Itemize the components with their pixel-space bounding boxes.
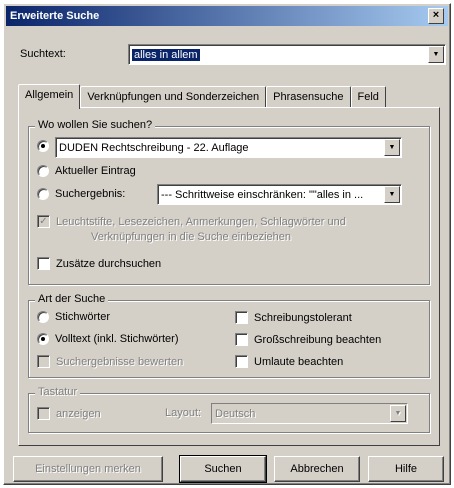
tab-panel-allgemein: Wo wollen Sie suchen? DUDEN Rechtschreib… <box>18 107 440 446</box>
markers-label: Leuchtstifte, Lesezeichen, Anmerkungen, … <box>56 215 346 245</box>
option-current-entry[interactable]: Aktueller Eintrag <box>37 165 136 177</box>
chevron-down-icon: ▼ <box>390 405 406 422</box>
search-kind-group: Art der Suche Stichwörter Volltext (inkl… <box>28 293 430 378</box>
chevron-down-icon[interactable]: ▼ <box>384 139 400 156</box>
option-rate-results: Suchergebnisse bewerten <box>37 355 183 368</box>
search-text-value[interactable]: alles in allem <box>132 48 200 61</box>
keywords-label[interactable]: Stichwörter <box>55 311 110 323</box>
chevron-down-icon[interactable]: ▼ <box>384 186 400 203</box>
tab-strip: Allgemein Verknüpfungen und Sonderzeiche… <box>18 84 386 109</box>
markers-label-line1: Leuchtstifte, Lesezeichen, Anmerkungen, … <box>56 216 346 228</box>
help-button[interactable]: Hilfe <box>368 456 444 482</box>
option-fulltext[interactable]: Volltext (inkl. Stichwörter) <box>37 333 178 345</box>
supplements-label[interactable]: Zusätze durchsuchen <box>56 258 161 270</box>
supplements-checkbox[interactable] <box>37 257 50 270</box>
option-supplements[interactable]: Zusätze durchsuchen <box>37 257 161 270</box>
radio-fulltext[interactable] <box>37 333 49 345</box>
current-entry-label[interactable]: Aktueller Eintrag <box>55 165 136 177</box>
advanced-search-dialog: Erweiterte Suche × Suchtext: alles in al… <box>3 3 451 485</box>
tolerant-label[interactable]: Schreibungstolerant <box>254 312 352 324</box>
search-button[interactable]: Suchen <box>179 455 267 483</box>
radio-keywords[interactable] <box>37 311 49 323</box>
tab-allgemein[interactable]: Allgemein <box>18 84 81 109</box>
case-checkbox[interactable] <box>235 333 248 346</box>
umlaut-label[interactable]: Umlaute beachten <box>254 356 343 368</box>
window-title: Erweiterte Suche <box>10 10 100 22</box>
where-group: Wo wollen Sie suchen? DUDEN Rechtschreib… <box>28 119 430 285</box>
radio-book[interactable] <box>37 140 49 152</box>
rate-results-label: Suchergebnisse bewerten <box>56 355 184 368</box>
search-text-combo[interactable]: alles in allem ▼ <box>128 44 446 65</box>
option-tolerant[interactable]: Schreibungstolerant <box>235 311 352 324</box>
layout-combo: Deutsch ▼ <box>211 403 408 424</box>
option-book[interactable] <box>37 140 49 152</box>
markers-checkbox: ✓ <box>37 215 50 228</box>
option-case[interactable]: Großschreibung beachten <box>235 333 381 346</box>
tab-verknuepfungen[interactable]: Verknüpfungen und Sonderzeichen <box>80 86 267 108</box>
option-keywords[interactable]: Stichwörter <box>37 311 110 323</box>
search-result-label[interactable]: Suchergebnis: <box>55 188 125 200</box>
book-combo[interactable]: DUDEN Rechtschreibung - 22. Auflage ▼ <box>55 137 402 158</box>
search-kind-legend: Art der Suche <box>35 293 109 305</box>
layout-combo-value: Deutsch <box>215 407 256 420</box>
umlaut-checkbox[interactable] <box>235 355 248 368</box>
search-result-combo-value: --- Schrittweise einschränken: ""alles i… <box>161 188 364 201</box>
save-settings-button: Einstellungen merken <box>13 456 163 482</box>
keyboard-legend: Tastatur <box>35 386 81 398</box>
where-legend: Wo wollen Sie suchen? <box>35 119 156 131</box>
tab-phrasensuche[interactable]: Phrasensuche <box>266 86 351 108</box>
book-combo-value: DUDEN Rechtschreibung - 22. Auflage <box>59 141 249 154</box>
option-umlaut[interactable]: Umlaute beachten <box>235 355 343 368</box>
fulltext-label[interactable]: Volltext (inkl. Stichwörter) <box>55 333 178 345</box>
cancel-button[interactable]: Abbrechen <box>274 456 360 482</box>
keyboard-show-label: anzeigen <box>56 407 101 420</box>
chevron-down-icon[interactable]: ▼ <box>428 46 444 63</box>
rate-results-checkbox <box>37 355 50 368</box>
radio-current-entry[interactable] <box>37 165 49 177</box>
radio-search-result[interactable] <box>37 188 49 200</box>
layout-label: Layout: <box>165 407 202 419</box>
tolerant-checkbox[interactable] <box>235 311 248 324</box>
option-markers: ✓ Leuchtstifte, Lesezeichen, Anmerkungen… <box>37 215 346 245</box>
title-bar: Erweiterte Suche × <box>6 6 448 26</box>
option-search-result[interactable]: Suchergebnis: <box>37 188 125 200</box>
search-result-combo[interactable]: --- Schrittweise einschränken: ""alles i… <box>157 184 402 205</box>
keyboard-group: Tastatur anzeigen Layout: Deutsch ▼ <box>28 386 430 433</box>
case-label[interactable]: Großschreibung beachten <box>254 334 381 346</box>
option-keyboard-show: anzeigen <box>37 407 101 420</box>
close-button[interactable]: × <box>428 8 444 24</box>
markers-label-line2: Verknüpfungen in die Suche einbeziehen <box>91 231 291 243</box>
search-text-label: Suchtext: <box>20 48 66 60</box>
keyboard-show-checkbox <box>37 407 50 420</box>
tab-feld[interactable]: Feld <box>350 86 386 108</box>
